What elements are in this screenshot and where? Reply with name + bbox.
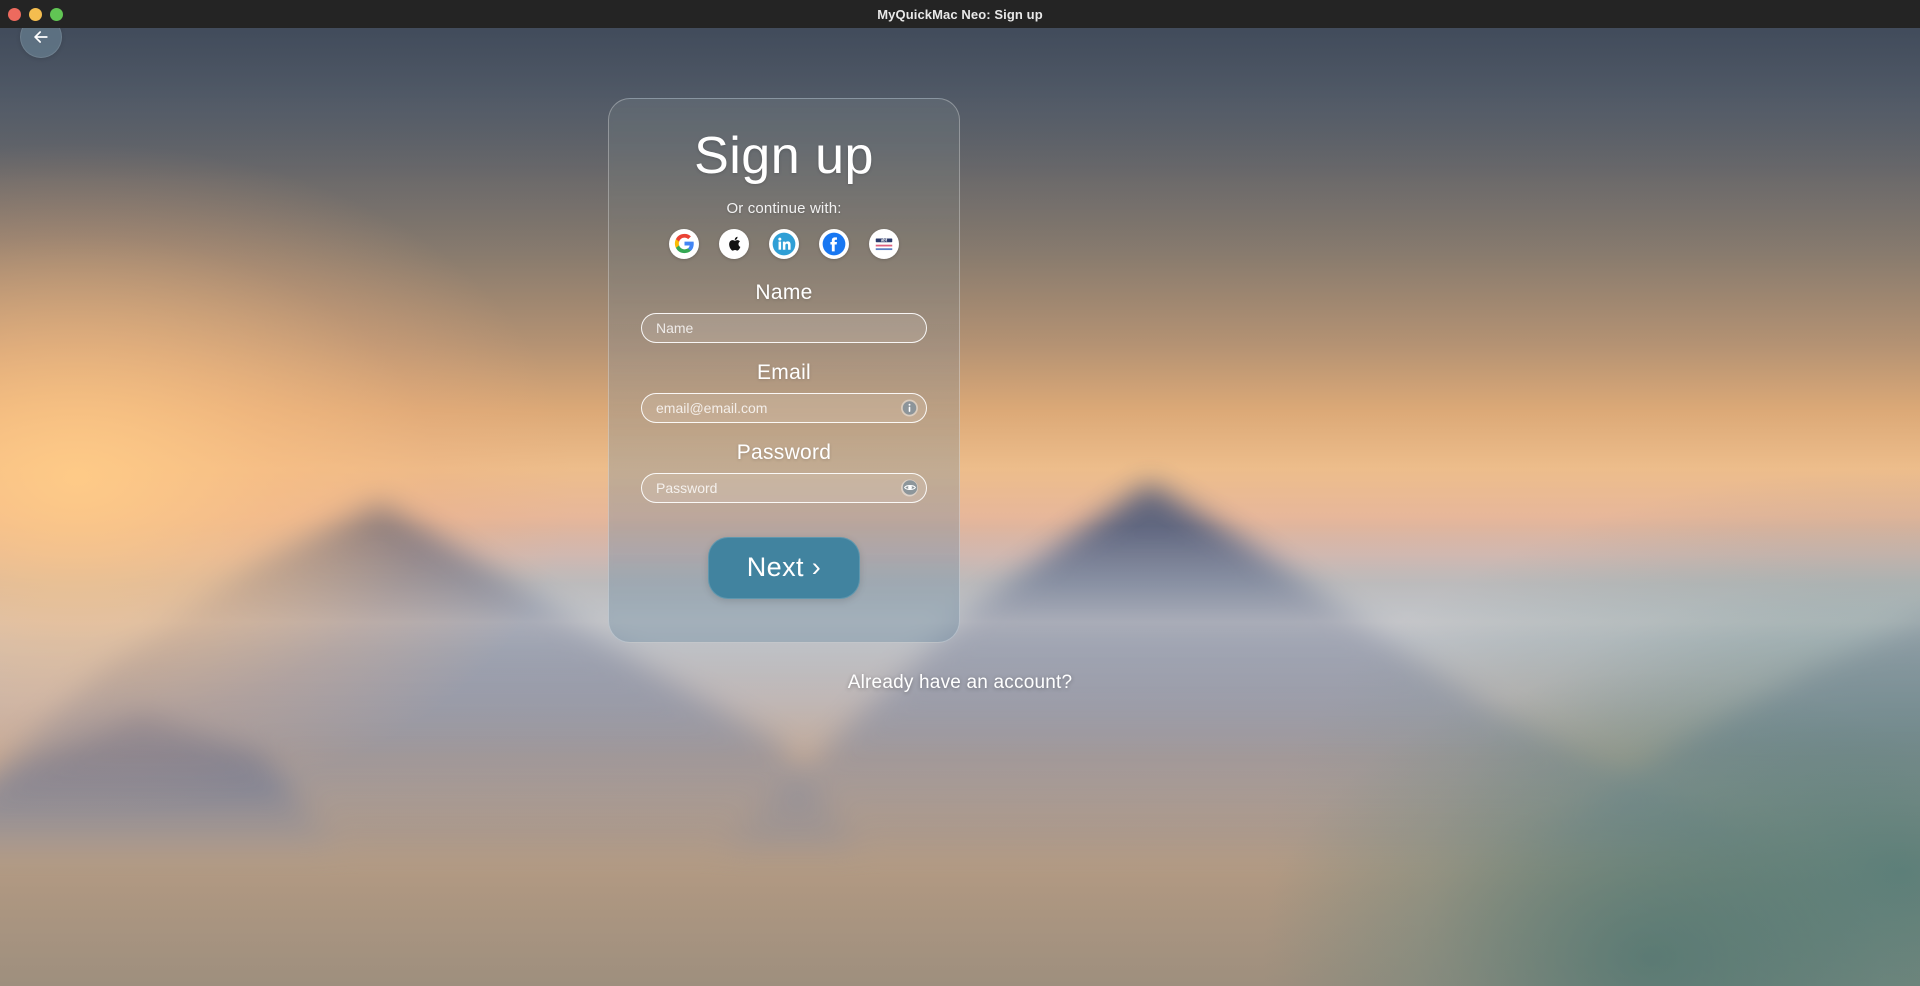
social-login-abt[interactable]: abt [869, 228, 899, 259]
password-field-label: Password [736, 440, 832, 464]
social-login-apple[interactable] [719, 228, 749, 259]
wallpaper-top-haze [0, 28, 1920, 986]
name-input-wrap [641, 312, 927, 343]
minimize-window-button[interactable] [29, 7, 42, 21]
email-input[interactable] [641, 392, 927, 423]
field-group-email: Email [641, 361, 927, 423]
password-input[interactable] [641, 472, 927, 503]
social-login-facebook[interactable] [819, 228, 849, 259]
email-field-label: Email [756, 360, 811, 384]
info-icon[interactable] [901, 399, 918, 417]
social-login-linkedin[interactable] [769, 228, 799, 259]
close-window-button[interactable] [8, 7, 21, 21]
apple-icon [725, 234, 744, 253]
linkedin-icon [771, 231, 797, 257]
email-input-wrap [641, 392, 927, 423]
next-button[interactable]: Next › [708, 536, 860, 599]
eye-icon[interactable] [901, 479, 918, 497]
svg-text:abt: abt [881, 237, 888, 242]
traffic-light-group [8, 7, 63, 21]
already-have-account-link[interactable]: Already have an account? [0, 672, 1920, 694]
google-icon [674, 233, 695, 254]
maximize-window-button[interactable] [50, 7, 63, 21]
field-group-password: Password [641, 441, 927, 503]
social-login-google[interactable] [669, 228, 699, 259]
abt-icon: abt [873, 233, 895, 255]
desktop-wallpaper [0, 28, 1920, 986]
field-group-name: Name [641, 281, 927, 343]
arrow-left-icon [31, 27, 51, 47]
name-field-label: Name [755, 280, 813, 304]
password-input-wrap [641, 472, 927, 503]
name-input[interactable] [641, 312, 927, 343]
continue-with-label: Or continue with: [726, 199, 842, 217]
app-window: MyQuickMac Neo: Sign up Sign up Or conti… [0, 0, 1920, 986]
page-title: Sign up [694, 127, 874, 185]
signup-card: Sign up Or continue with: abt Name Name … [608, 98, 960, 643]
window-titlebar: MyQuickMac Neo: Sign up [0, 0, 1920, 28]
social-provider-row: abt [669, 228, 899, 259]
window-title: MyQuickMac Neo: Sign up [877, 6, 1043, 22]
facebook-icon [821, 231, 847, 257]
